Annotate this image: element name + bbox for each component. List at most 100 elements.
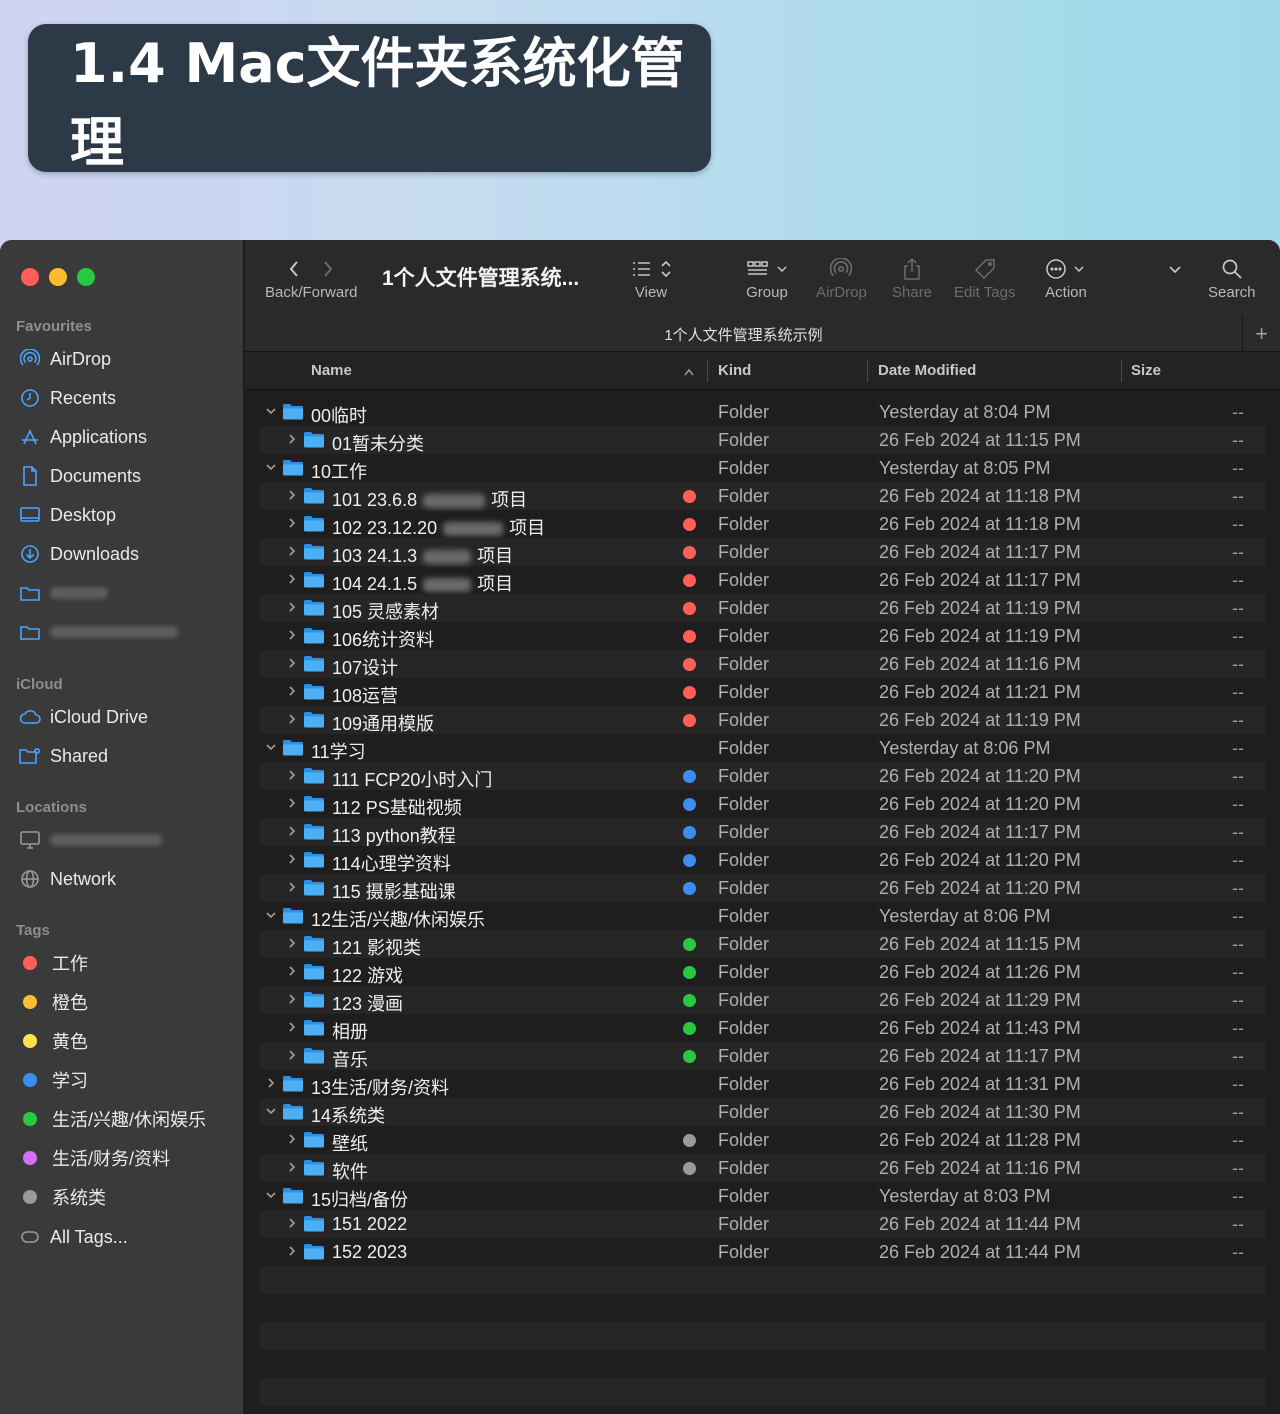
table-row[interactable]: 15归档/备份 Folder Yesterday at 8:03 PM -- xyxy=(260,1182,1266,1210)
add-tab-button[interactable]: + xyxy=(1242,316,1280,352)
forward-icon[interactable] xyxy=(322,260,334,278)
chevron-right-icon[interactable] xyxy=(285,572,299,586)
chevron-right-icon[interactable] xyxy=(285,1160,299,1174)
chevron-right-icon[interactable] xyxy=(285,684,299,698)
table-row[interactable]: 114心理学资料 Folder 26 Feb 2024 at 11:20 PM -- xyxy=(260,846,1266,874)
minimize-window-button[interactable] xyxy=(49,268,67,286)
sidebar-item-desktop[interactable]: Desktop xyxy=(18,498,116,532)
chevron-right-icon[interactable] xyxy=(285,992,299,1006)
chevron-down-icon[interactable] xyxy=(264,908,278,922)
table-row[interactable]: 152 2023 Folder 26 Feb 2024 at 11:44 PM -- xyxy=(260,1238,1266,1266)
sidebar-tag-item[interactable]: 工作 xyxy=(18,946,88,980)
share-button[interactable]: Share xyxy=(892,254,932,301)
chevron-right-icon[interactable] xyxy=(264,1076,278,1090)
back-icon[interactable] xyxy=(288,260,300,278)
table-row[interactable]: 107设计 Folder 26 Feb 2024 at 11:16 PM -- xyxy=(260,650,1266,678)
column-name-header[interactable]: Name xyxy=(311,362,352,379)
chevron-right-icon[interactable] xyxy=(285,1020,299,1034)
table-row[interactable]: 112 PS基础视频 Folder 26 Feb 2024 at 11:20 PM -… xyxy=(260,790,1266,818)
table-row[interactable]: 103 24.1.3 项目 Folder 26 Feb 2024 at 11:17 P… xyxy=(260,538,1266,566)
chevron-right-icon[interactable] xyxy=(285,824,299,838)
chevron-down-icon[interactable] xyxy=(264,1104,278,1118)
sidebar-tag-item[interactable]: 系统类 xyxy=(18,1180,106,1214)
column-divider[interactable] xyxy=(867,360,868,382)
back-forward-control[interactable]: Back/Forward xyxy=(265,254,358,301)
sidebar-item-shared[interactable]: Shared xyxy=(18,739,108,773)
chevron-down-icon[interactable] xyxy=(264,740,278,754)
table-row[interactable]: 104 24.1.5 项目 Folder 26 Feb 2024 at 11:17 P… xyxy=(260,566,1266,594)
chevron-right-icon[interactable] xyxy=(285,544,299,558)
sidebar-item-blurred-folder[interactable] xyxy=(18,615,178,649)
search-button[interactable]: Search xyxy=(1208,254,1256,301)
sidebar-item-documents[interactable]: Documents xyxy=(18,459,141,493)
table-row[interactable]: 108运营 Folder 26 Feb 2024 at 11:21 PM -- xyxy=(260,678,1266,706)
table-row[interactable]: 10工作 Folder Yesterday at 8:05 PM -- xyxy=(260,454,1266,482)
close-window-button[interactable] xyxy=(21,268,39,286)
table-row[interactable]: 123 漫画 Folder 26 Feb 2024 at 11:29 PM -- xyxy=(260,986,1266,1014)
table-row[interactable]: 00临时 Folder Yesterday at 8:04 PM -- xyxy=(260,398,1266,426)
table-row[interactable]: 102 23.12.20 项目 Folder 26 Feb 2024 at 11:18… xyxy=(260,510,1266,538)
chevron-right-icon[interactable] xyxy=(285,516,299,530)
chevron-down-icon[interactable] xyxy=(264,460,278,474)
chevron-right-icon[interactable] xyxy=(285,1244,299,1258)
sidebar-tag-item[interactable]: 生活/兴趣/休闲娱乐 xyxy=(18,1102,206,1136)
table-row[interactable]: 壁纸 Folder 26 Feb 2024 at 11:28 PM -- xyxy=(260,1126,1266,1154)
chevron-right-icon[interactable] xyxy=(285,964,299,978)
chevron-down-icon[interactable] xyxy=(264,1188,278,1202)
column-date-header[interactable]: Date Modified xyxy=(878,362,976,379)
table-row[interactable]: 相册 Folder 26 Feb 2024 at 11:43 PM -- xyxy=(260,1014,1266,1042)
sidebar-tag-item[interactable]: 生活/财务/资料 xyxy=(18,1141,170,1175)
sidebar-item-all-tags[interactable]: All Tags... xyxy=(18,1220,128,1254)
table-row[interactable]: 音乐 Folder 26 Feb 2024 at 11:17 PM -- xyxy=(260,1042,1266,1070)
sidebar-tag-item[interactable]: 黄色 xyxy=(18,1024,88,1058)
chevron-right-icon[interactable] xyxy=(285,488,299,502)
table-row[interactable]: 122 游戏 Folder 26 Feb 2024 at 11:26 PM -- xyxy=(260,958,1266,986)
table-row[interactable]: 113 python教程 Folder 26 Feb 2024 at 11:17 P… xyxy=(260,818,1266,846)
sidebar-tag-item[interactable]: 橙色 xyxy=(18,985,88,1019)
more-toolbar-button[interactable] xyxy=(1168,254,1182,284)
sidebar-item-computer[interactable] xyxy=(18,823,162,857)
table-row[interactable]: 115 摄影基础课 Folder 26 Feb 2024 at 11:20 PM -- xyxy=(260,874,1266,902)
zoom-window-button[interactable] xyxy=(77,268,95,286)
chevron-right-icon[interactable] xyxy=(285,768,299,782)
sidebar-item-airdrop[interactable]: AirDrop xyxy=(18,342,111,376)
chevron-down-icon[interactable] xyxy=(264,404,278,418)
table-row[interactable]: 111 FCP20小时入门 Folder 26 Feb 2024 at 11:20 … xyxy=(260,762,1266,790)
group-button[interactable]: Group xyxy=(745,254,789,301)
column-divider[interactable] xyxy=(707,360,708,382)
table-row[interactable]: 151 2022 Folder 26 Feb 2024 at 11:44 PM -- xyxy=(260,1210,1266,1238)
table-row[interactable]: 109通用模版 Folder 26 Feb 2024 at 11:19 PM -- xyxy=(260,706,1266,734)
chevron-right-icon[interactable] xyxy=(285,628,299,642)
table-row[interactable]: 105 灵感素材 Folder 26 Feb 2024 at 11:19 PM -- xyxy=(260,594,1266,622)
table-row[interactable]: 11学习 Folder Yesterday at 8:06 PM -- xyxy=(260,734,1266,762)
column-size-header[interactable]: Size xyxy=(1131,362,1161,379)
table-row[interactable]: 13生活/财务/资料 Folder 26 Feb 2024 at 11:31 PM -… xyxy=(260,1070,1266,1098)
sidebar-item-network[interactable]: Network xyxy=(18,862,116,896)
chevron-right-icon[interactable] xyxy=(285,936,299,950)
airdrop-button[interactable]: AirDrop xyxy=(816,254,867,301)
chevron-right-icon[interactable] xyxy=(285,852,299,866)
sidebar-item-downloads[interactable]: Downloads xyxy=(18,537,139,571)
chevron-right-icon[interactable] xyxy=(285,796,299,810)
table-row[interactable]: 12生活/兴趣/休闲娱乐 Folder Yesterday at 8:06 PM -- xyxy=(260,902,1266,930)
table-row[interactable]: 01暂未分类 Folder 26 Feb 2024 at 11:15 PM -- xyxy=(260,426,1266,454)
chevron-right-icon[interactable] xyxy=(285,600,299,614)
chevron-right-icon[interactable] xyxy=(285,1048,299,1062)
table-row[interactable]: 101 23.6.8 项目 Folder 26 Feb 2024 at 11:18 P… xyxy=(260,482,1266,510)
table-row[interactable]: 106统计资料 Folder 26 Feb 2024 at 11:19 PM -- xyxy=(260,622,1266,650)
chevron-right-icon[interactable] xyxy=(285,712,299,726)
edit-tags-button[interactable]: Edit Tags xyxy=(954,254,1015,301)
sidebar-tag-item[interactable]: 学习 xyxy=(18,1063,88,1097)
sidebar-item-applications[interactable]: Applications xyxy=(18,420,147,454)
table-row[interactable]: 软件 Folder 26 Feb 2024 at 11:16 PM -- xyxy=(260,1154,1266,1182)
column-divider[interactable] xyxy=(1121,360,1122,382)
column-kind-header[interactable]: Kind xyxy=(718,362,751,379)
table-row[interactable]: 121 影视类 Folder 26 Feb 2024 at 11:15 PM -- xyxy=(260,930,1266,958)
sidebar-item-blurred-folder[interactable] xyxy=(18,576,108,610)
chevron-right-icon[interactable] xyxy=(285,1216,299,1230)
action-button[interactable]: Action xyxy=(1045,254,1087,301)
sidebar-item-recents[interactable]: Recents xyxy=(18,381,116,415)
chevron-right-icon[interactable] xyxy=(285,656,299,670)
chevron-right-icon[interactable] xyxy=(285,432,299,446)
chevron-right-icon[interactable] xyxy=(285,880,299,894)
